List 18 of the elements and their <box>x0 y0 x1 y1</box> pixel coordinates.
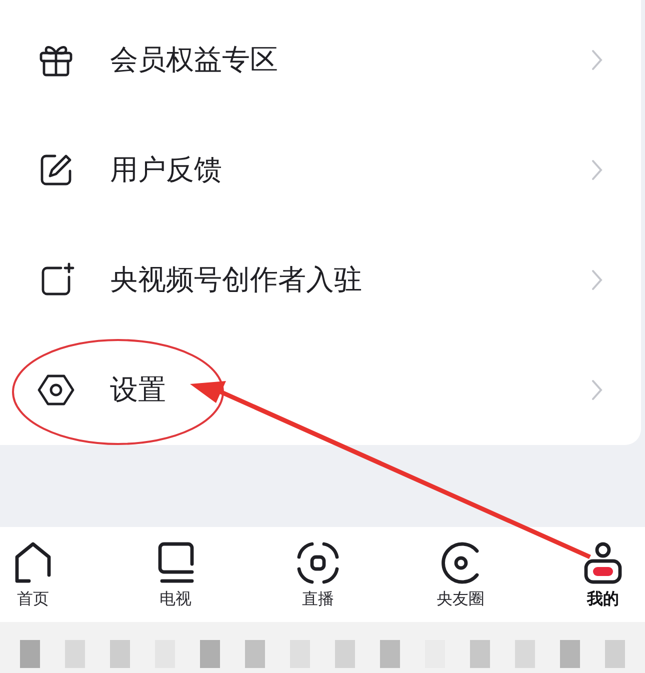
menu-item[interactable]: 央视频号创作者入驻 <box>0 225 641 335</box>
tab[interactable]: 央友圈 <box>428 541 494 622</box>
menu-label: 央视频号创作者入驻 <box>110 262 363 298</box>
tab[interactable]: 电视 <box>142 541 208 622</box>
menu-item[interactable]: 会员权益专区 <box>0 5 641 115</box>
menu-item[interactable]: 设置 <box>0 335 641 445</box>
chevron-icon <box>591 269 603 291</box>
tab[interactable]: 首页 <box>0 541 66 622</box>
menu-item[interactable]: 用户反馈 <box>0 115 641 225</box>
live-icon <box>296 541 340 585</box>
chevron-icon <box>591 159 603 181</box>
menu-label: 会员权益专区 <box>110 42 279 78</box>
chevron-icon <box>591 379 603 401</box>
tab[interactable]: 我的 <box>570 541 636 622</box>
chevron-icon <box>591 49 603 71</box>
tab[interactable]: 直播 <box>285 541 351 622</box>
menu-label: 用户反馈 <box>110 152 223 188</box>
menu-label: 设置 <box>110 372 167 408</box>
